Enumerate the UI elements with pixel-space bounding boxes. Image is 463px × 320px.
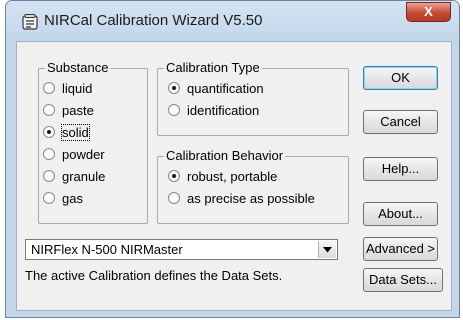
radio-label: liquid xyxy=(62,80,93,96)
calibration-behavior-group: Calibration Behavior robust, portable as… xyxy=(157,148,349,224)
help-button[interactable]: Help... xyxy=(363,157,438,181)
close-icon: X xyxy=(424,4,433,19)
chevron-down-icon[interactable] xyxy=(318,241,336,258)
title-bar[interactable]: NIRCal Calibration Wizard V5.50 X xyxy=(6,1,459,41)
radio-button[interactable] xyxy=(43,104,55,116)
ok-button[interactable]: OK xyxy=(363,66,438,90)
radio-as-precise-as-possible[interactable]: as precise as possible xyxy=(168,189,315,207)
dialog-client-area: Substance liquid paste solid powder gran… xyxy=(16,41,452,311)
instrument-select[interactable]: NIRFlex N-500 NIRMaster xyxy=(25,239,338,260)
radio-label: paste xyxy=(62,102,94,118)
radio-label: granule xyxy=(62,168,106,184)
radio-button[interactable] xyxy=(43,170,55,182)
close-button[interactable]: X xyxy=(406,2,451,22)
radio-label: as precise as possible xyxy=(187,190,315,206)
about-button[interactable]: About... xyxy=(363,202,438,226)
advanced-button[interactable]: Advanced > xyxy=(363,237,438,261)
instrument-select-value: NIRFlex N-500 NIRMaster xyxy=(31,242,183,257)
substance-group: Substance liquid paste solid powder gran… xyxy=(38,60,148,224)
radio-identification[interactable]: identification xyxy=(168,101,259,119)
radio-button[interactable] xyxy=(43,82,55,94)
radio-button[interactable] xyxy=(43,126,55,138)
radio-granule[interactable]: granule xyxy=(43,167,105,185)
radio-button[interactable] xyxy=(43,192,55,204)
radio-button[interactable] xyxy=(168,104,180,116)
dialog-window: NIRCal Calibration Wizard V5.50 X Substa… xyxy=(5,0,460,318)
status-text: The active Calibration defines the Data … xyxy=(25,268,283,283)
radio-button[interactable] xyxy=(168,192,180,204)
radio-powder[interactable]: powder xyxy=(43,145,105,163)
radio-label: identification xyxy=(187,102,260,118)
calibration-type-group-label: Calibration Type xyxy=(164,60,262,75)
radio-quantification[interactable]: quantification xyxy=(168,79,264,97)
radio-button[interactable] xyxy=(168,82,180,94)
calibration-type-group: Calibration Type quantification identifi… xyxy=(157,60,349,136)
radio-label: gas xyxy=(62,190,83,206)
radio-button[interactable] xyxy=(43,148,55,160)
radio-paste[interactable]: paste xyxy=(43,101,94,119)
radio-robust-portable[interactable]: robust, portable xyxy=(168,167,277,185)
radio-label: solid xyxy=(61,123,90,141)
radio-button[interactable] xyxy=(168,170,180,182)
radio-label: quantification xyxy=(187,80,264,96)
calibration-behavior-group-label: Calibration Behavior xyxy=(164,148,286,163)
radio-label: robust, portable xyxy=(187,168,278,184)
radio-label: powder xyxy=(62,146,105,162)
substance-group-label: Substance xyxy=(45,60,111,75)
window-title: NIRCal Calibration Wizard V5.50 xyxy=(44,12,263,29)
data-sets-button[interactable]: Data Sets... xyxy=(363,268,443,292)
app-icon xyxy=(22,14,38,30)
radio-solid[interactable]: solid xyxy=(43,123,90,141)
cancel-button[interactable]: Cancel xyxy=(363,110,438,134)
radio-liquid[interactable]: liquid xyxy=(43,79,92,97)
radio-gas[interactable]: gas xyxy=(43,189,83,207)
